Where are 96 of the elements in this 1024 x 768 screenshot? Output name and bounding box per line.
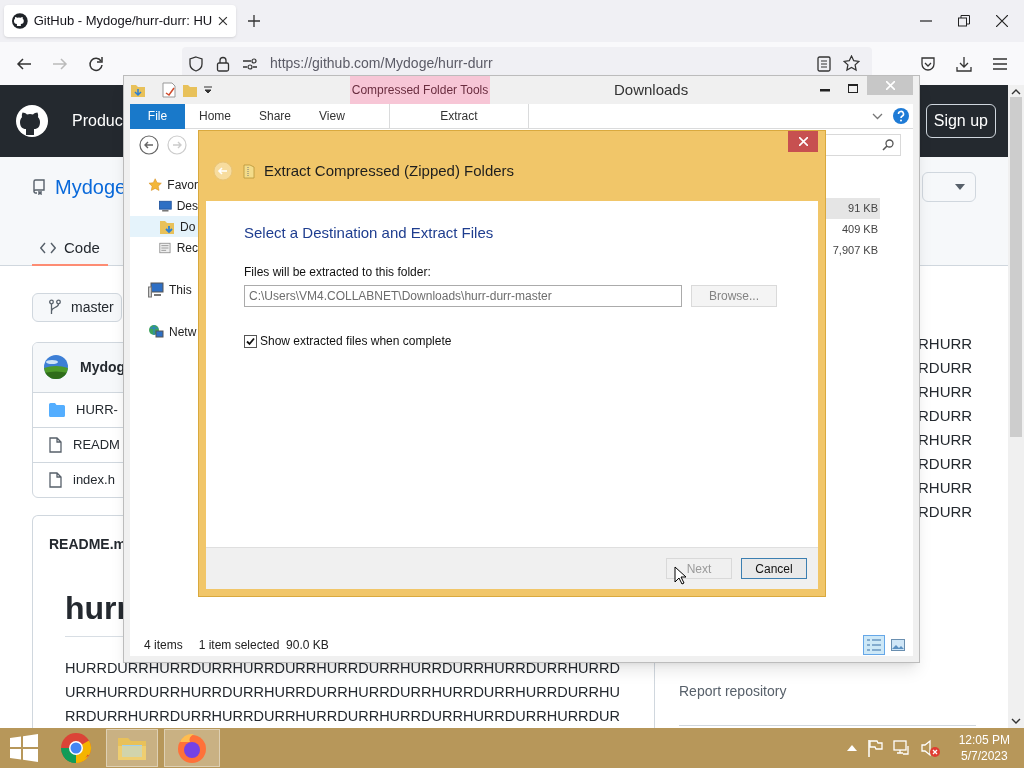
windows-logo-icon[interactable]: [10, 734, 38, 762]
thumbnails-view-icon: [891, 639, 905, 651]
show-hidden-icons-icon[interactable]: [846, 745, 857, 751]
branch-icon: [49, 299, 61, 316]
code-icon: [40, 242, 56, 254]
nav-item[interactable]: Produc: [72, 109, 123, 133]
reader-view-icon[interactable]: [817, 55, 831, 72]
github-logo-icon[interactable]: [16, 105, 48, 137]
new-tab-icon[interactable]: [248, 15, 260, 27]
nav-item[interactable]: Favor: [130, 174, 198, 195]
scrollbar[interactable]: [1008, 85, 1024, 728]
back-icon[interactable]: [139, 135, 159, 155]
folder-icon: [49, 402, 65, 417]
file-link[interactable]: index.h: [73, 470, 115, 490]
report-link[interactable]: Report repository: [679, 683, 787, 699]
tab-title: GitHub - Mydoge/hurr-durr: HU: [33, 12, 213, 31]
maximize-icon[interactable]: [848, 83, 858, 93]
file-icon: [49, 436, 62, 453]
dialog-title: Extract Compressed (Zipped) Folders: [264, 161, 515, 181]
repo-icon: [32, 179, 46, 195]
dialog-button[interactable]: Cancel: [741, 558, 807, 580]
chrome-icon: [60, 732, 92, 764]
readme-title: README.m: [49, 534, 126, 554]
repo-name-link[interactable]: Mydoge: [55, 172, 127, 202]
caret-icon[interactable]: [204, 86, 212, 94]
flag-icon[interactable]: [866, 739, 883, 757]
ribbon-tab[interactable]: Share: [245, 103, 306, 129]
scroll-down-icon[interactable]: [1011, 718, 1021, 724]
file-icon: [49, 472, 62, 488]
nav-item[interactable]: This: [130, 279, 198, 300]
minimize-icon[interactable]: [820, 89, 830, 92]
search-icon: [882, 139, 894, 151]
ribbon-tab[interactable]: View: [305, 103, 359, 129]
bookmark-star-icon[interactable]: [843, 55, 860, 72]
scrollbar-thumb[interactable]: [1010, 97, 1022, 437]
file-link[interactable]: HURR-: [76, 400, 118, 420]
readme-text: URRHURRDURRHURRDURRHURRDURRHURRDURRHURRDURRHURRDURRHU: [65, 683, 621, 702]
checkbox[interactable]: [244, 334, 257, 348]
computer-icon: [148, 281, 164, 298]
permissions-icon[interactable]: [242, 56, 258, 71]
volume-muted-icon[interactable]: [920, 739, 941, 757]
nav-item[interactable]: Netw: [130, 321, 198, 342]
zip-folder-icon: [243, 163, 255, 180]
details-view-icon: [866, 638, 882, 652]
downloads-folder-icon: [159, 218, 175, 235]
taskbar-app-button[interactable]: [164, 729, 220, 767]
chevron-icon[interactable]: [872, 112, 883, 120]
scroll-up-icon[interactable]: [1011, 89, 1021, 95]
readme-text: RRDURRHURRDURRHURRDURRHURRDURRHURRDURRHURRDURRHURRDUR: [65, 707, 621, 726]
branch-button[interactable]: master: [32, 293, 122, 322]
nav-item[interactable]: Rec: [130, 237, 198, 258]
dialog-heading: Select a Destination and Extract Files: [244, 222, 495, 243]
close-button[interactable]: [788, 131, 818, 152]
selection-info: 1 item selected 90.0 KB: [198, 637, 329, 654]
window-title: Downloads: [614, 79, 689, 100]
menu-icon[interactable]: [992, 56, 1008, 71]
caret-icon: [955, 184, 965, 190]
restore-icon[interactable]: [958, 15, 970, 27]
checkbox-label[interactable]: Show extracted files when complete: [260, 332, 452, 351]
firefox-icon: [176, 732, 208, 764]
pocket-icon[interactable]: [920, 55, 936, 72]
item-count: 4 items: [144, 637, 183, 654]
help-icon[interactable]: [893, 108, 909, 124]
lock-icon[interactable]: [216, 55, 230, 72]
close-icon[interactable]: [996, 15, 1008, 27]
download-icon[interactable]: [956, 55, 972, 72]
shield-icon[interactable]: [188, 55, 204, 72]
ribbon-tab[interactable]: Home: [185, 103, 245, 129]
context-tab-group: Compressed Folder Tools: [351, 81, 489, 99]
close-icon[interactable]: [218, 16, 228, 26]
repo-tab[interactable]: Code: [32, 232, 108, 266]
ribbon-tab[interactable]: File: [130, 103, 185, 129]
commit-author[interactable]: Mydog: [80, 356, 126, 378]
ribbon-tab[interactable]: Extract: [388, 103, 529, 129]
close-icon: [885, 81, 895, 90]
field-label: Files will be extracted to this folder:: [244, 264, 432, 282]
properties-icon[interactable]: [162, 82, 176, 98]
close-icon: [798, 137, 808, 146]
network-icon[interactable]: [892, 740, 911, 756]
star-icon: [148, 176, 163, 193]
readme-text: HURRDURRHURRDURRHURRDURRHURRDURRHURRDURRHURRDURRHURRD: [65, 659, 621, 678]
url-field[interactable]: https://github.com/Mydoge/hurr-durr: [270, 53, 493, 74]
github-logo-icon: [12, 13, 28, 29]
file-link[interactable]: READM: [73, 435, 120, 455]
network-icon: [148, 323, 164, 340]
desktop-icon: [159, 198, 172, 213]
browser-tab[interactable]: GitHub - Mydoge/hurr-durr: HU: [4, 5, 236, 37]
nav-item[interactable]: Do: [130, 216, 198, 237]
destination-field[interactable]: C:\Users\VM4.COLLABNET\Downloads\hurr-durr-master: [244, 285, 682, 308]
nav-item[interactable]: Des: [130, 195, 198, 216]
folder-icon[interactable]: [130, 82, 146, 98]
mouse-cursor-icon: [674, 566, 686, 585]
reload-icon[interactable]: [88, 55, 104, 72]
sign-up-button[interactable]: Sign up: [925, 104, 996, 138]
back-icon[interactable]: [16, 55, 32, 72]
checkmark-icon: [246, 336, 255, 346]
